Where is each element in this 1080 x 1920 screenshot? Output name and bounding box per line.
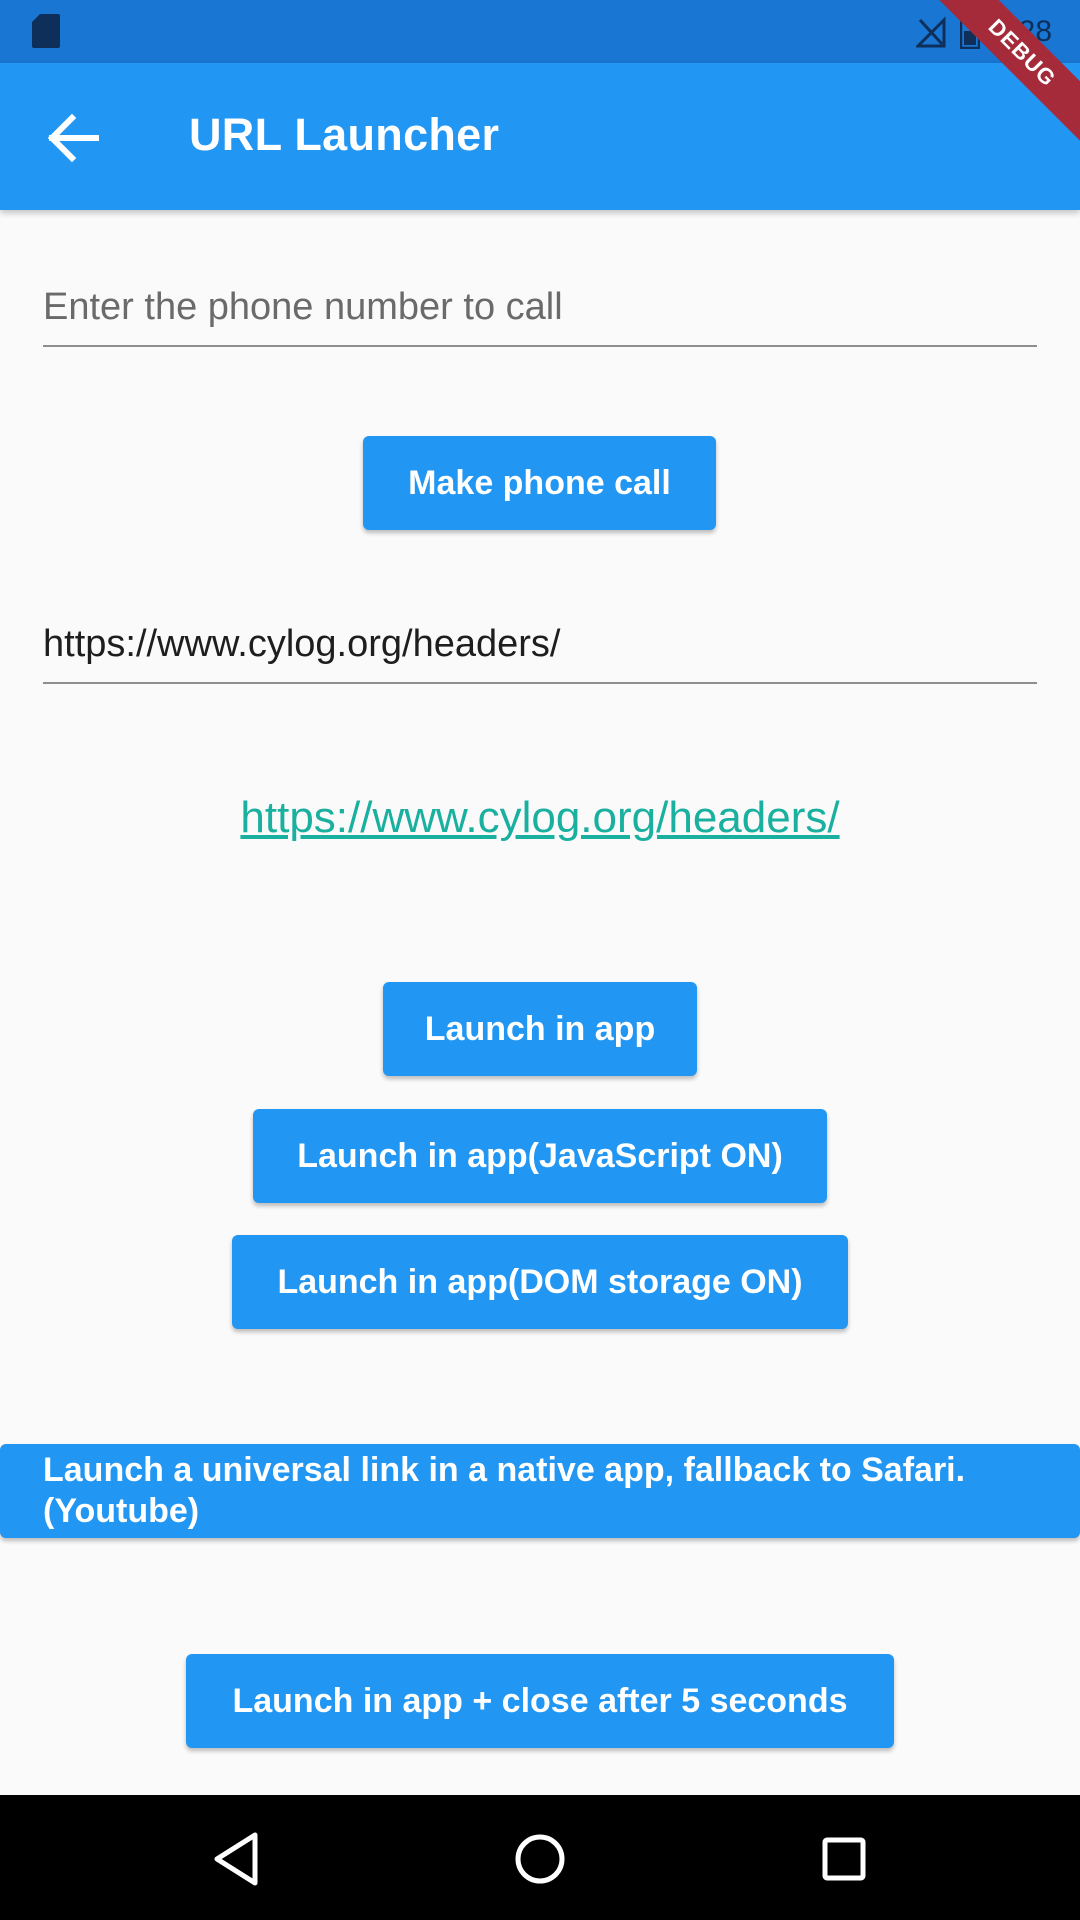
universal-link-line-2: (Youtube) (43, 1492, 200, 1530)
url-field[interactable] (43, 612, 1037, 684)
triangle-back-icon (214, 1832, 258, 1886)
app-bar: URL Launcher (0, 63, 1080, 210)
page-title: URL Launcher (189, 109, 500, 160)
phone-number-input[interactable] (43, 275, 1037, 339)
main-content: Make phone call https://www.cylog.org/he… (0, 210, 1080, 1795)
status-bar: 1:28 (0, 0, 1080, 63)
navigation-bar (0, 1795, 1080, 1920)
back-button[interactable] (42, 106, 106, 170)
phone-number-field[interactable] (43, 275, 1037, 347)
universal-link-label: Launch a universal link in a native app,… (43, 1450, 965, 1532)
nav-home-button[interactable] (508, 1827, 572, 1891)
url-link[interactable]: https://www.cylog.org/headers/ (0, 793, 1080, 843)
no-signal-icon (915, 16, 946, 48)
sd-card-icon (32, 14, 60, 48)
launch-dom-storage-button[interactable]: Launch in app(DOM storage ON) (232, 1235, 848, 1329)
launch-close-after-5s-button[interactable]: Launch in app + close after 5 seconds (186, 1654, 894, 1748)
arrow-left-icon (47, 113, 99, 163)
universal-link-button[interactable]: Launch a universal link in a native app,… (0, 1444, 1080, 1538)
launch-in-app-button[interactable]: Launch in app (383, 982, 697, 1076)
circle-home-icon (515, 1834, 565, 1884)
make-phone-call-button[interactable]: Make phone call (363, 436, 716, 530)
url-input[interactable] (43, 612, 1037, 676)
square-recents-icon (822, 1837, 866, 1881)
nav-back-button[interactable] (205, 1827, 269, 1891)
universal-link-line-1: Launch a universal link in a native app,… (43, 1451, 966, 1489)
nav-recents-button[interactable] (812, 1827, 876, 1891)
launch-javascript-on-button[interactable]: Launch in app(JavaScript ON) (253, 1109, 827, 1203)
